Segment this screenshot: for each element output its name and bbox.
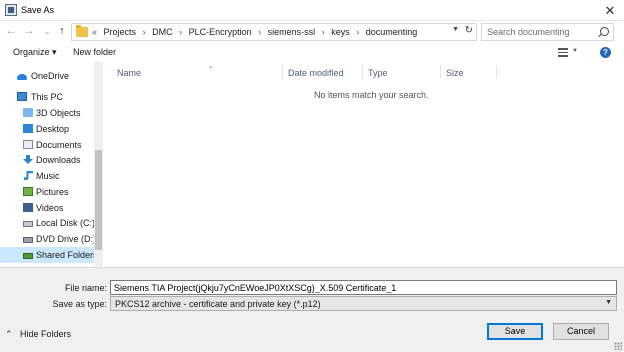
search-icon [600, 27, 609, 36]
nav-item-dvd-drive[interactable]: DVD Drive (D:) C [0, 231, 94, 247]
nav-item-videos[interactable]: Videos [0, 200, 94, 216]
address-row: ← → ⌄ ↑ « Projects › DMC › PLC-Encryptio… [0, 21, 624, 43]
downloads-icon [23, 155, 33, 164]
back-arrow-icon[interactable]: ← [4, 24, 18, 39]
save-as-type-value: PKCS12 archive - certificate and private… [115, 299, 321, 309]
column-divider[interactable] [440, 65, 441, 79]
nav-item-downloads[interactable]: Downloads [0, 152, 94, 168]
documents-icon [23, 140, 33, 149]
nav-item-label: Pictures [36, 187, 69, 197]
breadcrumb: « Projects › DMC › PLC-Encryption › siem… [92, 27, 421, 37]
column-header-label: Name [117, 68, 142, 78]
column-header-date-modified[interactable]: Date modified [288, 68, 344, 78]
column-divider[interactable] [362, 65, 363, 79]
breadcrumb-item-keys[interactable]: keys [331, 27, 350, 37]
nav-item-music[interactable]: Music [0, 168, 94, 184]
nav-item-documents[interactable]: Documents [0, 137, 94, 153]
breadcrumb-overflow-icon[interactable]: « [92, 27, 97, 37]
address-dropdown-icon[interactable]: ▼ [452, 26, 459, 33]
refresh-icon[interactable]: ↻ [465, 25, 473, 36]
column-header-type[interactable]: Type [368, 68, 388, 78]
nav-item-local-disk[interactable]: Local Disk (C:) [0, 215, 94, 231]
breadcrumb-separator-icon[interactable]: › [179, 27, 182, 37]
search-placeholder: Search documenting [487, 27, 570, 37]
computer-icon [17, 92, 27, 101]
close-icon[interactable]: ✕ [601, 2, 619, 19]
save-as-type-label: Save as type: [52, 299, 107, 309]
sort-ascending-icon: ^ [209, 66, 213, 73]
shared-folder-icon [23, 253, 33, 259]
breadcrumb-item-siemens-ssl[interactable]: siemens-ssl [268, 27, 316, 37]
nav-item-pictures[interactable]: Pictures [0, 184, 94, 200]
nav-item-shared-folders[interactable]: Shared Folders (\ [0, 247, 94, 263]
organize-button[interactable]: Organize ▾ [13, 47, 57, 58]
breadcrumb-separator-icon[interactable]: › [143, 27, 146, 37]
window-title: Save As [21, 5, 55, 15]
view-options-icon[interactable] [558, 48, 568, 57]
column-divider[interactable] [282, 65, 283, 79]
chevron-up-icon: ⌃ [5, 329, 13, 339]
hide-folders-label: Hide Folders [20, 329, 72, 339]
column-header-size[interactable]: Size [446, 68, 464, 78]
breadcrumb-separator-icon[interactable]: › [258, 27, 261, 37]
navigation-pane: OneDrive This PC 3D Objects Desktop Docu… [0, 62, 103, 267]
nav-item-onedrive[interactable]: OneDrive [0, 68, 94, 84]
nav-item-label: Documents [36, 140, 82, 150]
nav-item-label: DVD Drive (D:) C [36, 234, 94, 244]
nav-item-label: OneDrive [31, 71, 70, 81]
file-name-field[interactable] [110, 280, 617, 295]
title-bar: Save As ✕ [0, 0, 624, 21]
file-name-label: File name: [64, 283, 107, 293]
nav-item-label: Music [36, 171, 60, 181]
breadcrumb-separator-icon[interactable]: › [322, 27, 325, 37]
nav-item-label: Desktop [36, 124, 70, 134]
column-header-name[interactable]: Name ^ [117, 66, 212, 78]
pictures-icon [23, 187, 33, 196]
column-divider[interactable] [496, 65, 497, 79]
nav-item-label: Shared Folders (\ [36, 250, 94, 260]
breadcrumb-item-dmc[interactable]: DMC [152, 27, 173, 37]
file-list[interactable]: Name ^ Date modified Type Size No items … [104, 62, 620, 267]
nav-item-label: This PC [31, 92, 64, 102]
forward-arrow-icon[interactable]: → [22, 24, 36, 39]
breadcrumb-item-projects[interactable]: Projects [104, 27, 137, 37]
3d-objects-icon [23, 108, 33, 117]
nav-item-desktop[interactable]: Desktop [0, 121, 94, 137]
folder-icon [76, 25, 88, 37]
nav-item-label: Videos [36, 203, 64, 213]
local-disk-icon [23, 221, 33, 227]
view-dropdown-icon[interactable]: ▼ [572, 48, 578, 54]
up-arrow-icon[interactable]: ↑ [55, 24, 69, 39]
music-icon [24, 171, 33, 180]
save-as-type-select[interactable]: PKCS12 archive - certificate and private… [110, 296, 617, 311]
videos-icon [23, 203, 33, 212]
onedrive-icon [17, 74, 27, 80]
desktop-icon [23, 124, 33, 133]
resize-grip[interactable] [614, 342, 622, 350]
nav-item-label: Downloads [36, 155, 81, 165]
recent-locations-chevron-icon[interactable]: ⌄ [40, 24, 54, 39]
nav-item-this-pc[interactable]: This PC [0, 89, 94, 105]
nav-item-label: Local Disk (C:) [36, 218, 94, 228]
app-icon [5, 4, 17, 16]
breadcrumb-separator-icon[interactable]: › [356, 27, 359, 37]
save-button[interactable]: Save [487, 323, 543, 340]
cancel-button[interactable]: Cancel [553, 323, 609, 340]
new-folder-button[interactable]: New folder [73, 47, 116, 57]
dvd-drive-icon [23, 237, 33, 243]
nav-scrollbar-thumb[interactable] [95, 150, 102, 250]
empty-state-message: No items match your search. [314, 90, 429, 100]
breadcrumb-item-documenting[interactable]: documenting [366, 27, 418, 37]
nav-item-3d-objects[interactable]: 3D Objects [0, 105, 94, 121]
breadcrumb-item-plc-encryption[interactable]: PLC-Encryption [189, 27, 252, 37]
search-input[interactable]: Search documenting [481, 23, 614, 41]
nav-item-label: 3D Objects [36, 108, 81, 118]
save-form: File name: Save as type: PKCS12 archive … [0, 267, 624, 352]
help-icon[interactable]: ? [600, 47, 611, 58]
chevron-down-icon: ▼ [605, 299, 612, 306]
command-bar: Organize ▾ New folder ▼ ? [0, 43, 624, 62]
address-bar[interactable]: « Projects › DMC › PLC-Encryption › siem… [71, 23, 477, 41]
